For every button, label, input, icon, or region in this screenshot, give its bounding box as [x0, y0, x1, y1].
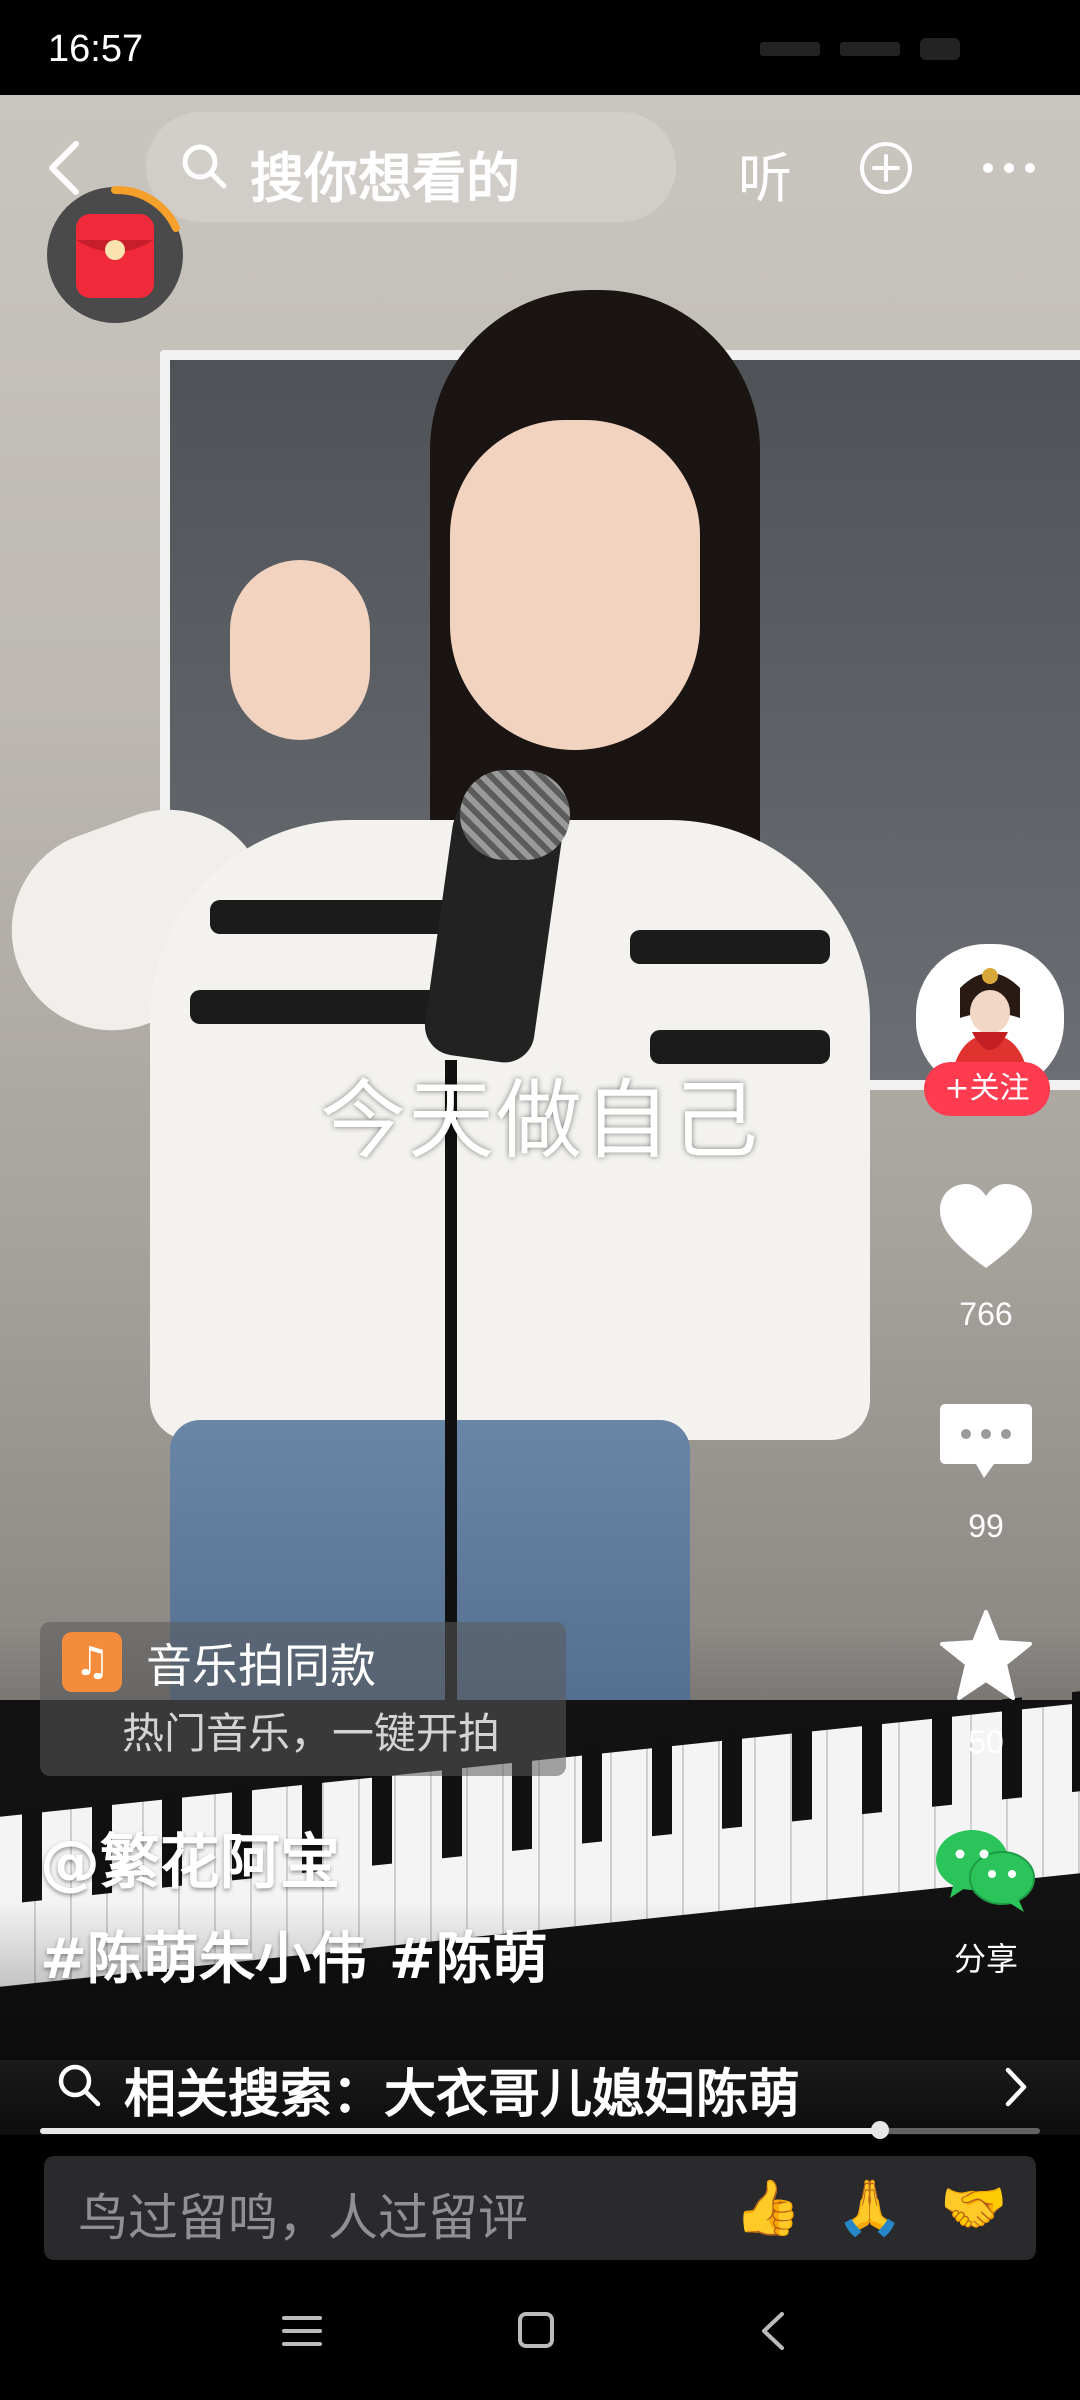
like-heart-icon[interactable] [936, 1180, 1036, 1276]
chevron-right-icon[interactable] [1002, 2064, 1030, 2110]
menu-icon[interactable] [280, 2312, 324, 2350]
share-label: 分享 [953, 1941, 1018, 1977]
microphone-head [460, 770, 570, 860]
comment-placeholder[interactable]: 鸟过留鸣，人过留评 [78, 2178, 528, 2250]
music-note-icon: ♫ [62, 1632, 122, 1692]
status-time: 16:57 [48, 28, 144, 70]
follow-button[interactable]: +关注 [924, 1062, 1050, 1116]
add-circle-icon[interactable] [858, 140, 914, 196]
search-placeholder[interactable]: 搜你想看的 [250, 134, 520, 213]
hashtag-list: #陈萌朱小伟 #陈萌 [40, 1914, 570, 1995]
wechat-share-icon[interactable] [932, 1822, 1040, 1918]
video-progress-handle[interactable] [871, 2121, 889, 2139]
favorite-star-icon[interactable] [936, 1608, 1036, 1704]
video-caption: 今天做自己 [320, 1071, 760, 1171]
singer-hand [230, 560, 370, 740]
status-icons [760, 38, 960, 60]
more-options-icon[interactable] [980, 150, 1038, 186]
back-triangle-icon[interactable] [758, 2308, 788, 2354]
hashtag[interactable]: #陈萌朱小伟 [40, 1927, 367, 1992]
related-search-text[interactable]: 相关搜索：大衣哥儿媳妇陈萌 [124, 2052, 800, 2127]
comment-bubble-icon[interactable] [936, 1398, 1036, 1494]
video-progress-fill [40, 2128, 880, 2134]
comment-count: 99 [968, 1508, 1004, 1544]
like-count: 766 [959, 1296, 1013, 1332]
music-card-subtitle: 热门音乐，一键开拍 [122, 1709, 501, 1758]
praying-hands-emoji[interactable]: 🙏 [836, 2176, 903, 2240]
search-icon [58, 2064, 101, 2107]
home-square-icon[interactable] [516, 2310, 556, 2350]
music-card-title: 音乐拍同款 [146, 1639, 376, 1693]
hashtag[interactable]: #陈萌 [389, 1927, 548, 1992]
favorite-count: 50 [968, 1724, 1004, 1760]
singer-face [450, 420, 700, 750]
handshake-emoji[interactable]: 🤝 [940, 2176, 1007, 2240]
red-packet-reward-icon[interactable] [44, 184, 186, 326]
thumbs-up-emoji[interactable]: 👍 [734, 2176, 801, 2240]
listen-button[interactable]: 听 [738, 134, 792, 213]
author-name[interactable]: @繁花阿宝 [40, 1814, 340, 1901]
